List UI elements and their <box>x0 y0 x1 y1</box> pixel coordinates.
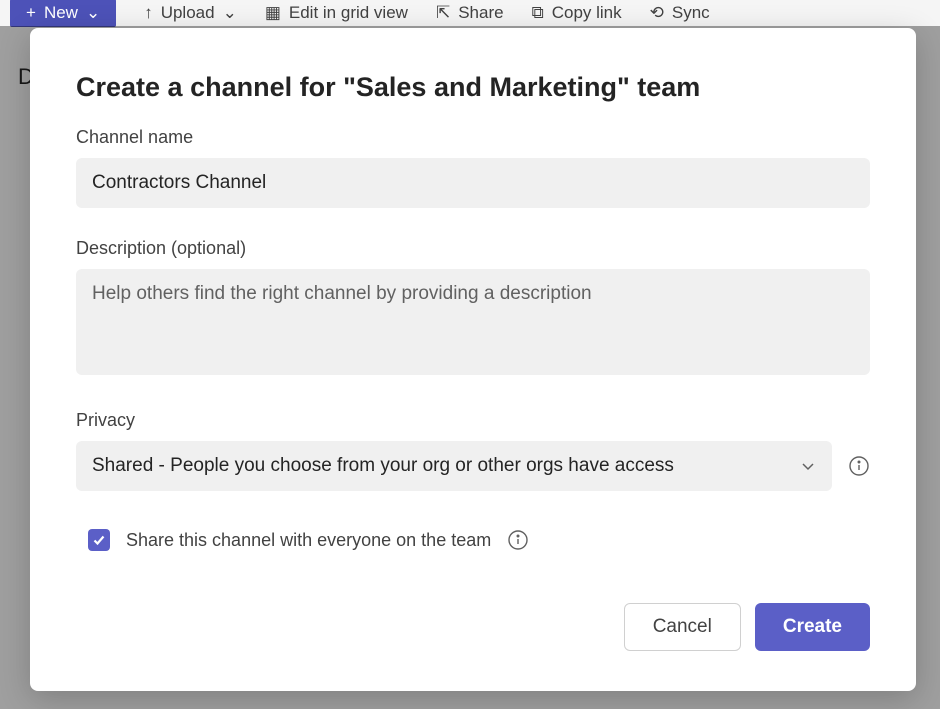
share-checkbox-row: Share this channel with everyone on the … <box>88 529 870 551</box>
upload-button[interactable]: ↑ Upload ⌄ <box>144 3 237 23</box>
privacy-value: Shared - People you choose from your org… <box>92 455 674 477</box>
edit-grid-button[interactable]: ▦ Edit in grid view <box>265 3 408 23</box>
dialog-button-row: Cancel Create <box>76 603 870 651</box>
edit-label: Edit in grid view <box>289 3 408 23</box>
channel-name-input[interactable] <box>76 158 870 208</box>
privacy-select[interactable]: Shared - People you choose from your org… <box>76 441 832 491</box>
plus-icon: + <box>26 3 36 23</box>
sync-icon: ⟲ <box>650 3 664 23</box>
copylink-label: Copy link <box>552 3 622 23</box>
dialog-title: Create a channel for "Sales and Marketin… <box>76 72 870 103</box>
sync-label: Sync <box>672 3 710 23</box>
channel-name-field-group: Channel name <box>76 127 870 208</box>
sync-button[interactable]: ⟲ Sync <box>650 3 710 23</box>
background-toolbar: + New ⌄ ↑ Upload ⌄ ▦ Edit in grid view ⇱… <box>0 0 940 26</box>
copy-link-button[interactable]: ⧉ Copy link <box>532 3 622 23</box>
new-label: New <box>44 3 78 23</box>
channel-name-label: Channel name <box>76 127 870 148</box>
grid-icon: ▦ <box>265 3 281 23</box>
cancel-button[interactable]: Cancel <box>624 603 741 651</box>
chevron-down-icon: ⌄ <box>86 3 100 23</box>
chevron-down-icon: ⌄ <box>223 3 237 23</box>
share-checkbox-label: Share this channel with everyone on the … <box>126 530 491 551</box>
create-channel-dialog: Create a channel for "Sales and Marketin… <box>30 28 916 691</box>
create-button[interactable]: Create <box>755 603 870 651</box>
share-icon: ⇱ <box>436 3 450 23</box>
new-button[interactable]: + New ⌄ <box>10 0 116 27</box>
share-button[interactable]: ⇱ Share <box>436 3 504 23</box>
description-input[interactable] <box>76 269 870 375</box>
privacy-label: Privacy <box>76 410 870 431</box>
info-icon[interactable] <box>848 455 870 477</box>
description-label: Description (optional) <box>76 238 870 259</box>
share-label: Share <box>458 3 503 23</box>
chevron-down-icon <box>800 458 816 474</box>
description-field-group: Description (optional) <box>76 238 870 380</box>
share-checkbox[interactable] <box>88 529 110 551</box>
privacy-field-group: Privacy Shared - People you choose from … <box>76 410 870 491</box>
link-icon: ⧉ <box>532 3 544 23</box>
upload-icon: ↑ <box>144 3 153 23</box>
info-icon[interactable] <box>507 529 529 551</box>
upload-label: Upload <box>161 3 215 23</box>
